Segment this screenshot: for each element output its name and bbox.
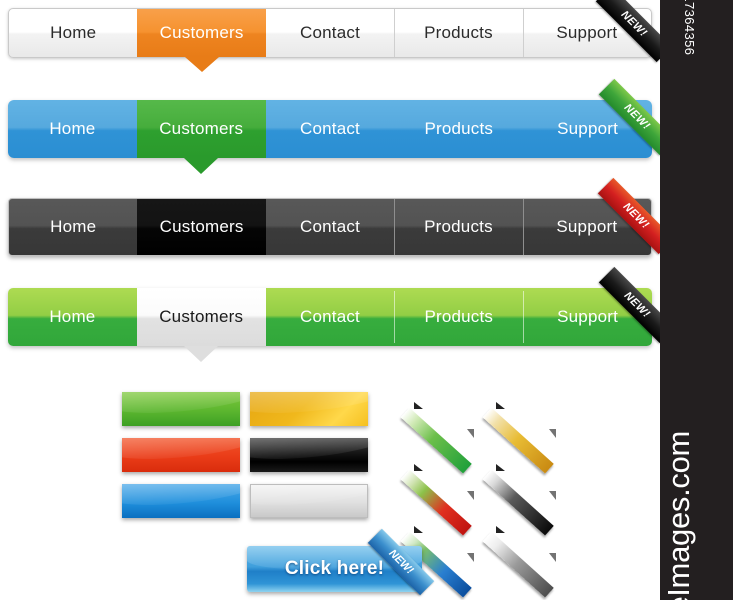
navbar-dark-black-tabs: Home Customers Contact Products Support: [9, 199, 651, 255]
ribbon-notch-icon: [496, 526, 505, 533]
nav-tab-home[interactable]: Home: [8, 288, 137, 346]
nav-tab-label: Customers: [159, 119, 244, 138]
watermark-brand-suffix: Images.com: [660, 430, 696, 597]
navbar-green-white-tabs: Home Customers Contact Products Support: [8, 288, 652, 362]
swatch-green[interactable]: [122, 392, 240, 426]
corner-ribbon-gold[interactable]: [482, 390, 558, 474]
nav-tab-customers[interactable]: Customers: [137, 199, 266, 255]
screenshot-root: Home Customers Contact Products Support …: [0, 0, 733, 600]
ribbon-notch-icon: [414, 402, 423, 409]
ribbon-band: [482, 531, 554, 598]
nav-tab-label: Home: [50, 217, 97, 236]
ribbon-notch-icon: [414, 464, 423, 471]
nav-tab-label: Contact: [300, 23, 361, 42]
ribbon-tail-icon: [467, 491, 474, 500]
artwork-canvas: Home Customers Contact Products Support …: [0, 0, 660, 600]
nav-tab-label: Products: [424, 217, 493, 236]
nav-tab-label: Products: [424, 23, 493, 42]
nav-tab-label: Support: [557, 119, 619, 138]
watermark-brand: StockFreeImages.com: [661, 431, 697, 600]
nav-tab-customers[interactable]: Customers: [136, 288, 266, 362]
nav-tab-customers[interactable]: Customers: [137, 9, 266, 72]
nav-tab-home[interactable]: Home: [9, 9, 137, 57]
nav-tab-label: Support: [556, 217, 618, 236]
nav-tab-label: Support: [556, 23, 618, 42]
swatch-silver[interactable]: [250, 484, 368, 518]
nav-tab-home[interactable]: Home: [9, 199, 137, 255]
nav-tab-label: Contact: [300, 217, 361, 236]
swatch-blue[interactable]: [122, 484, 240, 518]
click-here-button[interactable]: Click here! NEW!: [247, 528, 435, 596]
nav-tab-products[interactable]: Products: [394, 100, 523, 158]
corner-ribbon-black[interactable]: [482, 452, 558, 536]
ribbon-notch-icon: [496, 402, 505, 409]
nav-tab-label: Customers: [159, 217, 244, 236]
nav-tab-label: Products: [424, 307, 494, 326]
active-tab-pointer: [184, 346, 219, 362]
navbar-dark-black: Home Customers Contact Products Support …: [8, 177, 660, 256]
navbar-blue-green-tabs: Home Customers Contact Products Support: [8, 100, 652, 174]
nav-tab-label: Support: [557, 307, 619, 326]
nav-tab-label: Customers: [159, 23, 244, 42]
nav-tab-products[interactable]: Products: [394, 199, 522, 255]
corner-ribbon-green[interactable]: [400, 390, 476, 474]
nav-tab-label: Home: [49, 307, 96, 326]
ribbon-notch-icon: [496, 464, 505, 471]
ribbon-tail-icon: [549, 429, 556, 438]
nav-tab-products[interactable]: Products: [394, 9, 522, 57]
corner-ribbon-blue[interactable]: [400, 514, 476, 598]
navbar-light-orange: Home Customers Contact Products Support …: [8, 0, 660, 72]
nav-tab-label: Customers: [159, 307, 244, 326]
active-tab-pointer: [184, 158, 219, 174]
navbar-blue-green: Home Customers Contact Products Support …: [8, 78, 660, 174]
ribbon-tail-icon: [467, 553, 474, 562]
navbar-light-orange-tabs: Home Customers Contact Products Support: [9, 9, 651, 72]
swatch-red[interactable]: [122, 438, 240, 472]
nav-tab-products[interactable]: Products: [394, 288, 523, 346]
nav-tab-label: Products: [424, 119, 494, 138]
corner-ribbon-grid: [400, 390, 568, 598]
button-swatch-grid: [122, 392, 368, 518]
ribbon-tail-icon: [467, 429, 474, 438]
ribbon-tail-icon: [549, 491, 556, 500]
nav-tab-label: Home: [50, 23, 97, 42]
nav-tab-contact[interactable]: Contact: [266, 100, 395, 158]
nav-tab-label: Home: [49, 119, 96, 138]
ribbon-notch-icon: [414, 526, 423, 533]
nav-tab-contact[interactable]: Contact: [266, 288, 395, 346]
active-tab-pointer: [184, 57, 219, 72]
swatch-black[interactable]: [250, 438, 368, 472]
nav-tab-customers[interactable]: Customers: [136, 100, 266, 174]
corner-ribbon-silver[interactable]: [482, 514, 558, 598]
nav-tab-home[interactable]: Home: [8, 100, 137, 158]
nav-tab-label: Contact: [299, 307, 360, 326]
nav-tab-contact[interactable]: Contact: [266, 199, 394, 255]
nav-tab-contact[interactable]: Contact: [266, 9, 394, 57]
watermark-sidebar: ID: 17364356 StockFreeImages.com: [660, 0, 733, 600]
navbar-green-white: Home Customers Contact Products Support …: [8, 266, 660, 362]
click-here-button-label: Click here!: [284, 558, 385, 579]
swatch-gold[interactable]: [250, 392, 368, 426]
watermark-image-id: ID: 17364356: [681, 0, 697, 56]
nav-tab-label: Contact: [299, 119, 360, 138]
corner-ribbon-red[interactable]: [400, 452, 476, 536]
ribbon-tail-icon: [549, 553, 556, 562]
